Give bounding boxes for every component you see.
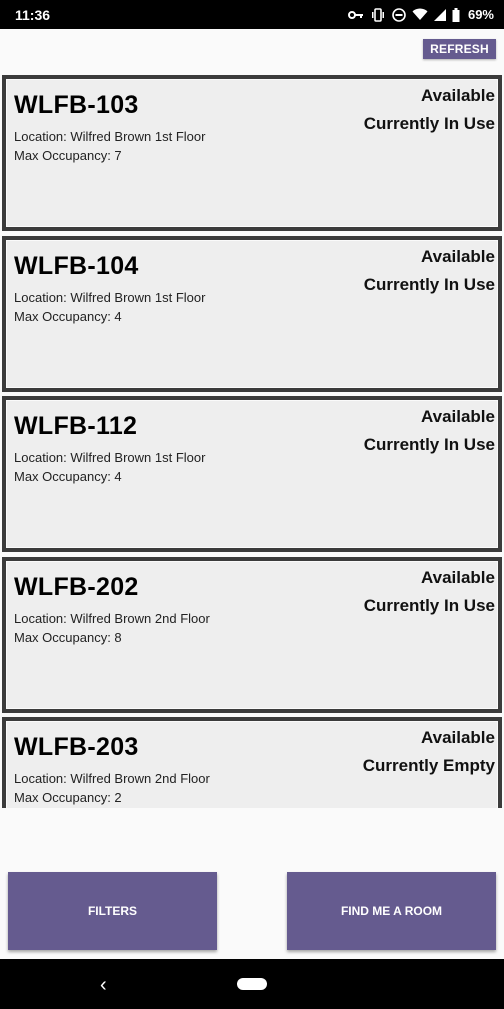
- find-me-a-room-button[interactable]: FIND ME A ROOM: [287, 872, 496, 950]
- room-availability-status: Available: [420, 728, 495, 747]
- room-location: Location: Wilfred Brown 1st Floor: [14, 129, 206, 144]
- room-usage-status: Currently Empty: [362, 756, 495, 775]
- refresh-button[interactable]: REFRESH: [423, 39, 496, 59]
- room-usage-status: Currently In Use: [363, 595, 495, 615]
- status-time: 11:36: [15, 6, 51, 23]
- room-card[interactable]: WLFB-104 Location: Wilfred Brown 1st Flo…: [2, 235, 502, 392]
- room-card[interactable]: WLFB-112 Location: Wilfred Brown 1st Flo…: [2, 396, 502, 552]
- room-availability-status: Available: [420, 407, 495, 426]
- room-availability-status: Available: [420, 567, 495, 587]
- room-usage-status: Currently In Use: [363, 114, 495, 133]
- room-name: WLFB-112: [14, 412, 138, 440]
- room-location: Location: Wilfred Brown 2nd Floor: [14, 771, 210, 786]
- top-bar: REFRESH: [0, 29, 504, 73]
- vibrate-icon: [370, 7, 386, 22]
- room-max-occupancy: Max Occupancy: 2: [14, 790, 122, 805]
- signal-icon: [433, 8, 446, 21]
- status-bar: 11:36 69%: [0, 0, 504, 29]
- room-usage-status: Currently In Use: [363, 274, 495, 294]
- filters-button[interactable]: FILTERS: [8, 872, 217, 950]
- room-max-occupancy: Max Occupancy: 4: [14, 308, 122, 324]
- battery-icon: [452, 7, 460, 22]
- room-name: WLFB-103: [14, 91, 139, 119]
- room-location: Location: Wilfred Brown 2nd Floor: [14, 610, 210, 626]
- room-location: Location: Wilfred Brown 1st Floor: [14, 450, 206, 465]
- room-max-occupancy: Max Occupancy: 8: [14, 629, 122, 645]
- vpn-key-icon: [347, 10, 364, 20]
- dnd-icon: [392, 7, 406, 22]
- room-name: WLFB-203: [14, 733, 139, 761]
- status-icons: 69%: [347, 7, 494, 22]
- room-card[interactable]: WLFB-202 Location: Wilfred Brown 2nd Flo…: [2, 556, 502, 713]
- bottom-actions: FILTERS FIND ME A ROOM: [0, 808, 504, 959]
- navigation-bar: ‹: [0, 959, 504, 1009]
- room-availability-status: Available: [420, 86, 495, 105]
- room-location: Location: Wilfred Brown 1st Floor: [14, 289, 206, 305]
- room-usage-status: Currently In Use: [363, 435, 495, 454]
- room-max-occupancy: Max Occupancy: 4: [14, 469, 122, 484]
- home-pill-icon[interactable]: [237, 978, 267, 990]
- battery-percentage: 69%: [467, 7, 494, 22]
- room-card[interactable]: WLFB-103 Location: Wilfred Brown 1st Flo…: [2, 75, 502, 231]
- room-name: WLFB-202: [14, 572, 139, 601]
- wifi-icon: [412, 8, 428, 21]
- room-list[interactable]: WLFB-103 Location: Wilfred Brown 1st Flo…: [2, 75, 502, 808]
- back-icon[interactable]: ‹: [100, 974, 107, 997]
- room-card[interactable]: WLFB-203 Location: Wilfred Brown 2nd Flo…: [2, 717, 502, 808]
- room-max-occupancy: Max Occupancy: 7: [14, 148, 122, 163]
- room-availability-status: Available: [420, 246, 495, 266]
- room-name: WLFB-104: [14, 251, 139, 280]
